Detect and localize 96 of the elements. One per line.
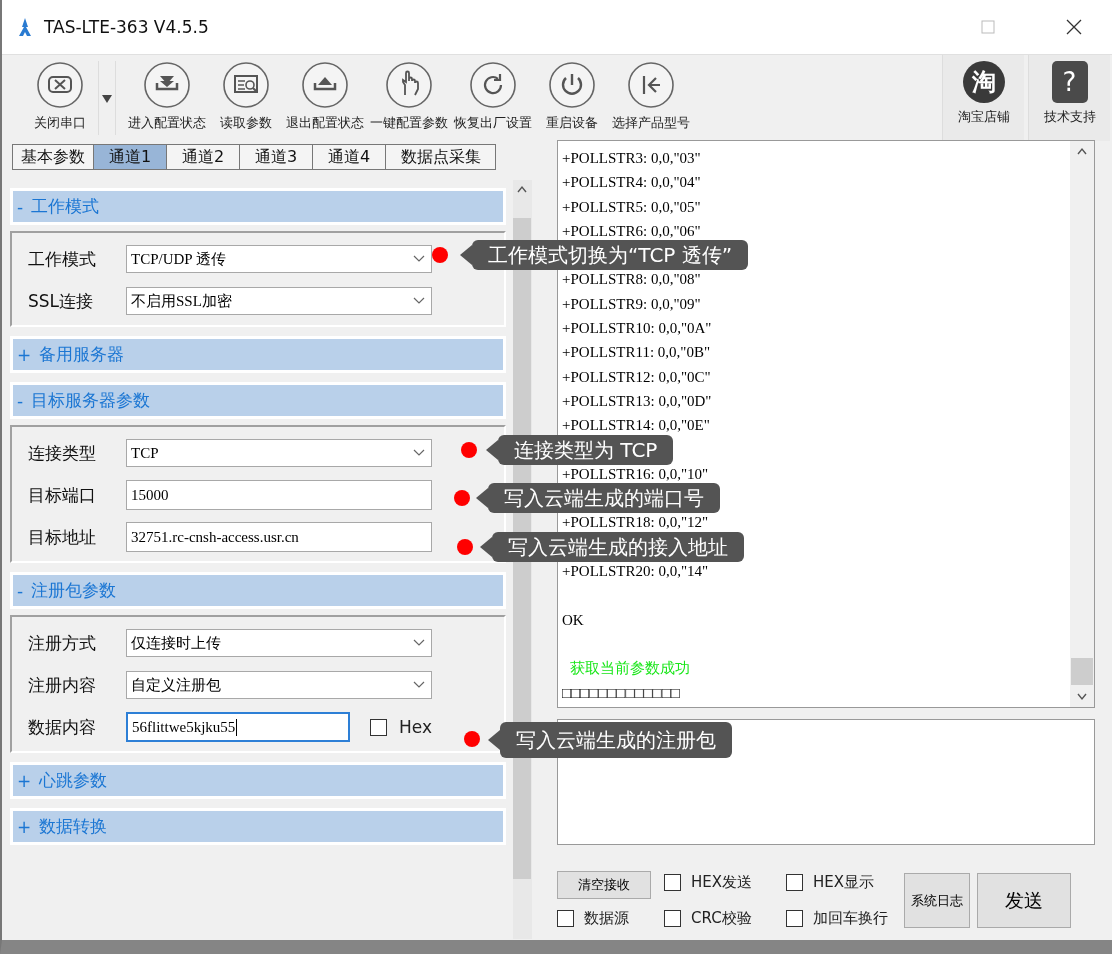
log-line: +POLLSTR11: 0,0,"0B" xyxy=(562,343,712,363)
dropdown[interactable]: TCP/UDP 透传 xyxy=(126,245,432,273)
toolbar-button[interactable]: 一键配置参数 xyxy=(368,55,450,141)
tab[interactable]: 基本参数 xyxy=(12,144,94,170)
dropdown[interactable]: 不启用SSL加密 xyxy=(126,287,432,315)
log-line: +POLLSTR4: 0,0,"04" xyxy=(562,173,702,193)
chevron-down-icon xyxy=(413,639,425,647)
toolbar-button[interactable]: 读取参数 xyxy=(210,55,282,141)
clear-receive-button[interactable]: 清空接收 xyxy=(557,871,651,899)
toolbar-button[interactable]: 淘 淘宝店铺 xyxy=(942,55,1024,141)
field-label: 注册内容 xyxy=(28,673,97,697)
checkbox-label: HEX显示 xyxy=(813,872,875,892)
shop-icon: 淘 xyxy=(962,61,1005,103)
toolbar-button[interactable]: 进入配置状态 xyxy=(126,55,208,141)
log-line: +POLLSTR8: 0,0,"08" xyxy=(562,270,702,290)
checkbox[interactable] xyxy=(664,873,681,891)
field-label: SSL连接 xyxy=(28,289,95,313)
tab[interactable]: 数据点采集 xyxy=(386,144,496,170)
upload-tray-icon xyxy=(301,61,349,109)
annotation-tooltip: 工作模式切换为“TCP 透传” xyxy=(460,240,749,270)
dropdown-toggle[interactable] xyxy=(98,61,116,135)
log-line: +POLLSTR12: 0,0,"0C" xyxy=(562,367,712,387)
tab[interactable]: 通道4 xyxy=(313,144,386,170)
checkbox[interactable] xyxy=(664,909,681,927)
log-line: +POLLSTR14: 0,0,"0E" xyxy=(562,416,711,436)
field-label: 数据内容 xyxy=(28,715,97,739)
dropdown[interactable]: TCP xyxy=(126,439,432,467)
window-title: TAS-LTE-363 V4.5.5 xyxy=(44,17,210,37)
chevron-down-icon xyxy=(1077,693,1087,701)
maximize-icon xyxy=(981,20,995,34)
chevron-down-icon xyxy=(413,297,425,305)
tab[interactable]: 通道2 xyxy=(167,144,240,170)
scrollbar-thumb[interactable] xyxy=(1071,658,1093,685)
document-search-icon xyxy=(222,61,270,109)
scrollbar[interactable] xyxy=(1070,141,1094,707)
checkbox[interactable] xyxy=(786,909,803,927)
caret-icon xyxy=(102,94,112,103)
log-line: +POLLSTR3: 0,0,"03" xyxy=(562,149,702,168)
checkbox-label: HEX发送 xyxy=(691,872,753,892)
log-line: +POLLSTR10: 0,0,"0A" xyxy=(562,319,713,339)
field-label: 目标端口 xyxy=(28,483,97,507)
log-line: □□□□□□□□□□□□□ xyxy=(562,683,681,703)
annotation-tooltip: 写入云端生成的端口号 xyxy=(476,483,720,513)
checkbox-label: CRC校验 xyxy=(691,908,752,928)
log-line: +POLLSTR18: 0,0,"12" xyxy=(562,513,710,533)
chevron-down-icon xyxy=(413,255,425,263)
field-label: 注册方式 xyxy=(28,631,97,655)
log-line: +POLLSTR9: 0,0,"09" xyxy=(562,294,702,314)
input-field[interactable]: 56flittwe5kjku55 xyxy=(126,712,350,742)
checkbox[interactable] xyxy=(370,718,387,736)
system-log-button[interactable]: 系统日志 xyxy=(904,873,970,928)
chevron-down-icon xyxy=(413,449,425,457)
toolbar-button[interactable]: 选择产品型号 xyxy=(610,55,692,141)
dropdown[interactable]: 自定义注册包 xyxy=(126,671,432,699)
arrow-left-bar-icon xyxy=(627,61,675,109)
close-icon xyxy=(36,61,84,109)
input-field[interactable]: 32751.rc-cnsh-access.usr.cn xyxy=(126,522,432,552)
dropdown[interactable]: 仅连接时上传 xyxy=(126,629,432,657)
checkbox-label: 加回车换行 xyxy=(813,908,888,928)
field-label: 目标地址 xyxy=(28,525,97,549)
checkbox[interactable] xyxy=(557,909,574,927)
status-message: 获取当前参数成功 xyxy=(569,658,691,680)
app-icon xyxy=(16,17,34,37)
toolbar-button[interactable]: 退出配置状态 xyxy=(284,55,366,141)
annotation-tooltip: 写入云端生成的注册包 xyxy=(488,722,732,758)
field-label: 连接类型 xyxy=(28,441,97,465)
chevron-up-icon xyxy=(1077,147,1087,155)
toolbar-button[interactable]: 重启设备 xyxy=(536,55,608,141)
log-line: +POLLSTR20: 0,0,"14" xyxy=(562,562,710,582)
close-icon xyxy=(1066,19,1082,35)
input-field[interactable]: 15000 xyxy=(126,480,432,510)
power-icon xyxy=(548,61,596,109)
restore-icon xyxy=(469,61,517,109)
checkbox-label: 数据源 xyxy=(584,908,629,928)
toolbar-button[interactable]: 关闭串口 xyxy=(24,55,96,141)
tab[interactable]: 通道1 xyxy=(94,144,167,170)
toolbar-button[interactable]: ? 技术支持 xyxy=(1028,55,1110,141)
chevron-up-icon xyxy=(517,185,528,193)
log-line: +POLLSTR5: 0,0,"05" xyxy=(562,197,702,217)
log-line: +POLLSTR6: 0,0,"06" xyxy=(562,221,702,241)
tab[interactable]: 通道3 xyxy=(240,144,313,170)
checkbox-label: Hex xyxy=(399,717,432,737)
toolbar-button[interactable]: 恢复出厂设置 xyxy=(452,55,534,141)
annotation-tooltip: 写入云端生成的接入地址 xyxy=(480,532,744,562)
field-label: 工作模式 xyxy=(28,247,97,271)
annotation-tooltip: 连接类型为 TCP xyxy=(486,435,674,465)
chevron-down-icon xyxy=(413,681,425,689)
log-line: OK xyxy=(562,610,585,630)
help-icon: ? xyxy=(1051,61,1088,103)
checkbox[interactable] xyxy=(786,873,803,891)
send-text-area[interactable] xyxy=(557,719,1095,845)
pointing-hand-icon xyxy=(385,61,433,109)
log-line: +POLLSTR13: 0,0,"0D" xyxy=(562,391,713,411)
download-tray-icon xyxy=(143,61,191,109)
send-button[interactable]: 发送 xyxy=(977,873,1071,928)
log-line: +POLLSTR16: 0,0,"10" xyxy=(562,464,710,484)
